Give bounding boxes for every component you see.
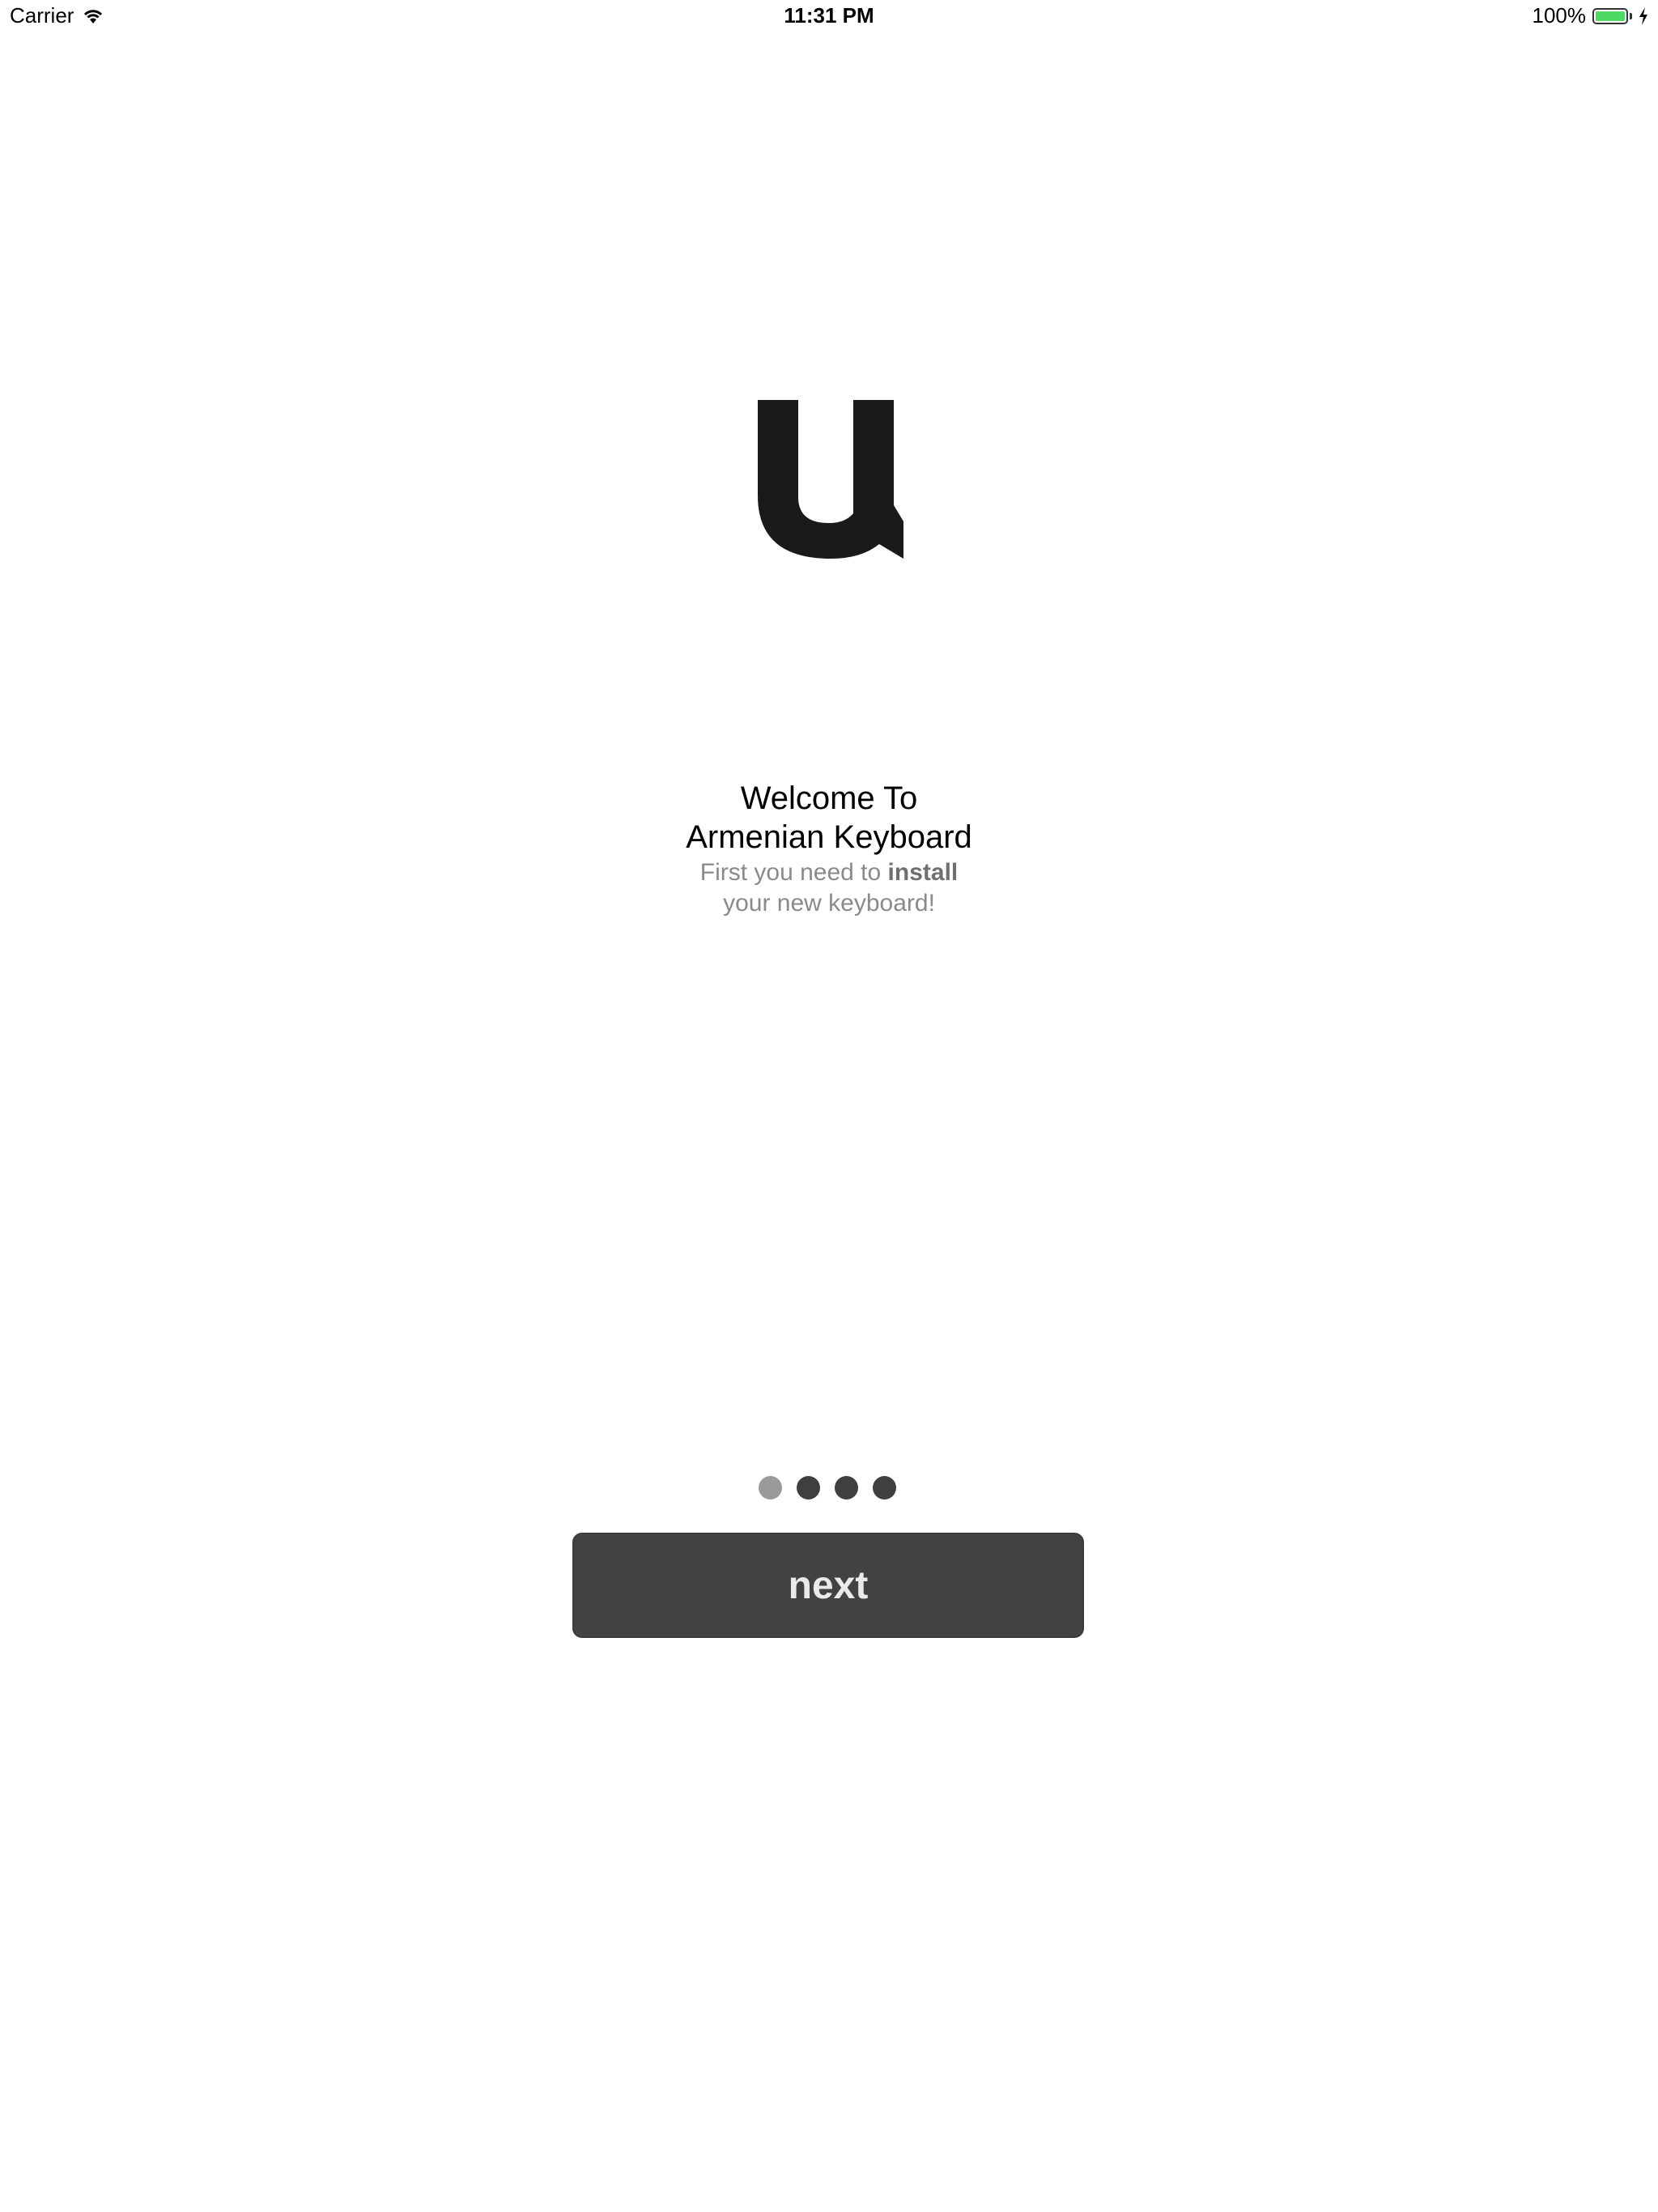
subtitle-prefix: First you need to <box>699 859 888 886</box>
status-right: 100% <box>1533 3 1649 28</box>
onboarding-screen: Carrier 11:31 PM 100% Welcome To Armenia… <box>0 0 1658 2212</box>
status-bar: Carrier 11:31 PM 100% <box>0 0 1658 32</box>
page-dot-3[interactable] <box>835 1476 858 1499</box>
welcome-subtitle-line2: your new keyboard! <box>723 890 935 917</box>
charging-bolt-icon <box>1639 6 1647 25</box>
armenian-letter-logo-icon <box>758 400 903 559</box>
status-time: 11:31 PM <box>784 3 874 28</box>
welcome-title-line2: Armenian Keyboard <box>686 819 972 855</box>
page-indicator[interactable] <box>759 1476 896 1499</box>
next-button[interactable]: next <box>572 1533 1084 1638</box>
welcome-subtitle-line1: First you need to install <box>0 858 1658 887</box>
page-dot-2[interactable] <box>797 1476 820 1499</box>
page-dot-1[interactable] <box>759 1476 782 1499</box>
welcome-title-line1: Welcome To <box>740 781 918 816</box>
subtitle-bold-install: install <box>887 859 959 886</box>
battery-icon <box>1592 7 1628 24</box>
welcome-block: Welcome To Armenian Keyboard First you n… <box>0 779 1658 918</box>
battery-percent: 100% <box>1532 3 1587 28</box>
battery-fill <box>1596 11 1625 21</box>
battery-tip <box>1630 12 1632 19</box>
page-dot-4[interactable] <box>873 1476 896 1499</box>
